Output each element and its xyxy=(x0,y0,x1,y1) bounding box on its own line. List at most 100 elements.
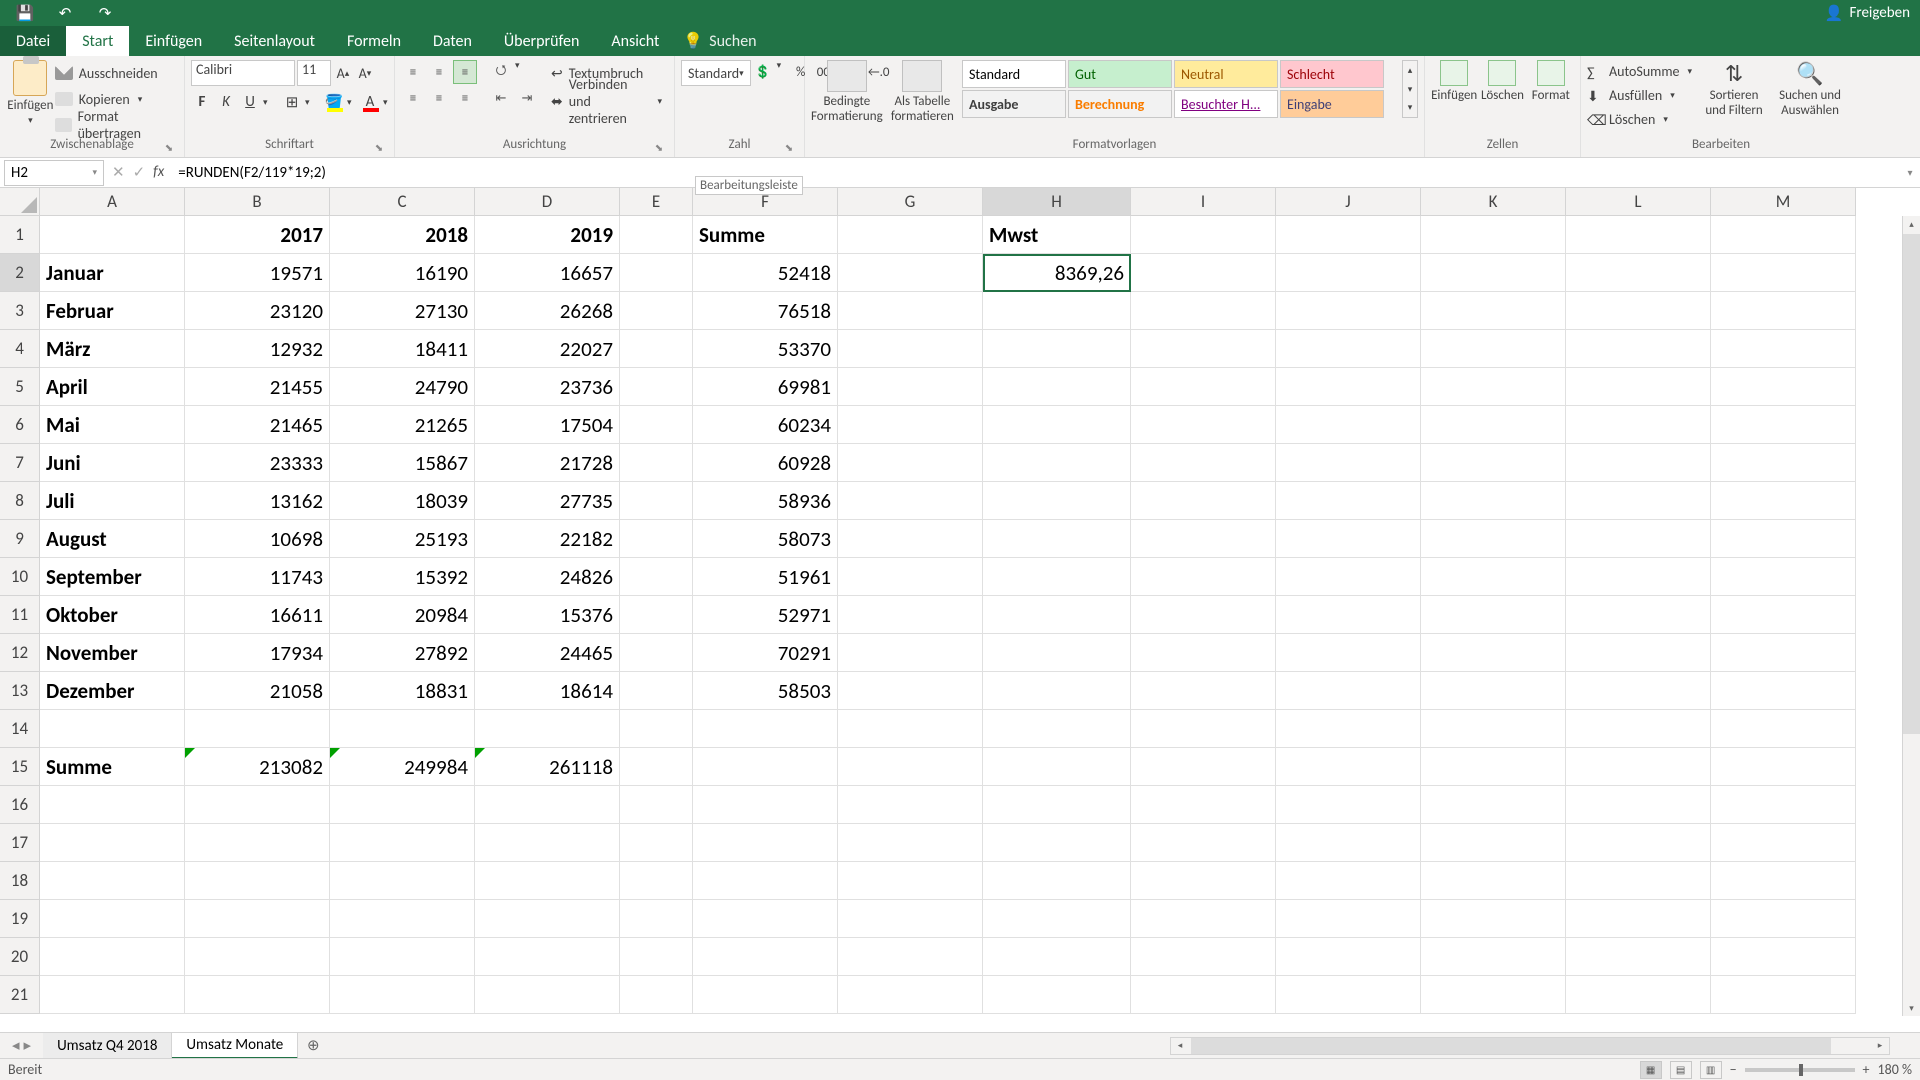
font-size-select[interactable]: 11 xyxy=(297,60,331,86)
cell-M18[interactable] xyxy=(1711,862,1856,900)
clipboard-dialog-launcher[interactable]: ⬊ xyxy=(162,141,176,155)
cell-K7[interactable] xyxy=(1421,444,1566,482)
cell-C20[interactable] xyxy=(330,938,475,976)
cell-B11[interactable]: 16611 xyxy=(185,596,330,634)
cell-E3[interactable] xyxy=(620,292,693,330)
cell-I13[interactable] xyxy=(1131,672,1276,710)
cell-G15[interactable] xyxy=(838,748,983,786)
cell-H19[interactable] xyxy=(983,900,1131,938)
cell-D15[interactable]: 261118 xyxy=(475,748,620,786)
row-header-19[interactable]: 19 xyxy=(0,900,40,938)
cell-M13[interactable] xyxy=(1711,672,1856,710)
cell-L1[interactable] xyxy=(1566,216,1711,254)
row-header-13[interactable]: 13 xyxy=(0,672,40,710)
accept-formula-button[interactable]: ✓ xyxy=(133,163,146,182)
fill-color-dropdown[interactable]: ▾ xyxy=(347,97,357,108)
cell-C14[interactable] xyxy=(330,710,475,748)
cell-J9[interactable] xyxy=(1276,520,1421,558)
cell-J4[interactable] xyxy=(1276,330,1421,368)
align-left-button[interactable]: ≡ xyxy=(401,86,425,110)
cell-M17[interactable] xyxy=(1711,824,1856,862)
merge-center-button[interactable]: ⬌Verbinden und zentrieren▾ xyxy=(545,88,668,114)
cell-B3[interactable]: 23120 xyxy=(185,292,330,330)
cell-E14[interactable] xyxy=(620,710,693,748)
cell-J1[interactable] xyxy=(1276,216,1421,254)
cell-K10[interactable] xyxy=(1421,558,1566,596)
cell-M8[interactable] xyxy=(1711,482,1856,520)
cell-E9[interactable] xyxy=(620,520,693,558)
cell-L21[interactable] xyxy=(1566,976,1711,1014)
cell-L20[interactable] xyxy=(1566,938,1711,976)
tab-data[interactable]: Daten xyxy=(417,26,488,56)
cell-L16[interactable] xyxy=(1566,786,1711,824)
cell-C21[interactable] xyxy=(330,976,475,1014)
cell-L9[interactable] xyxy=(1566,520,1711,558)
cell-M3[interactable] xyxy=(1711,292,1856,330)
cell-M16[interactable] xyxy=(1711,786,1856,824)
cell-J11[interactable] xyxy=(1276,596,1421,634)
tab-view[interactable]: Ansicht xyxy=(595,26,675,56)
cell-B4[interactable]: 12932 xyxy=(185,330,330,368)
align-middle-button[interactable]: ≡ xyxy=(427,60,451,84)
cell-E1[interactable] xyxy=(620,216,693,254)
cell-I1[interactable] xyxy=(1131,216,1276,254)
cell-A15[interactable]: Summe xyxy=(40,748,185,786)
cell-F13[interactable]: 58503 xyxy=(693,672,838,710)
cell-A18[interactable] xyxy=(40,862,185,900)
cell-A2[interactable]: Januar xyxy=(40,254,185,292)
font-name-select[interactable]: Calibri xyxy=(191,60,295,86)
cell-A3[interactable]: Februar xyxy=(40,292,185,330)
cell-I20[interactable] xyxy=(1131,938,1276,976)
cell-A4[interactable]: März xyxy=(40,330,185,368)
row-header-21[interactable]: 21 xyxy=(0,976,40,1014)
copy-button[interactable]: Kopieren▾ xyxy=(55,88,178,110)
cell-B6[interactable]: 21465 xyxy=(185,406,330,444)
cell-D2[interactable]: 16657 xyxy=(475,254,620,292)
cell-K15[interactable] xyxy=(1421,748,1566,786)
cell-K18[interactable] xyxy=(1421,862,1566,900)
row-header-7[interactable]: 7 xyxy=(0,444,40,482)
currency-dropdown[interactable]: ▾ xyxy=(777,60,787,84)
borders-dropdown[interactable]: ▾ xyxy=(305,97,315,108)
column-header-K[interactable]: K xyxy=(1421,188,1566,216)
cell-L13[interactable] xyxy=(1566,672,1711,710)
cell-E5[interactable] xyxy=(620,368,693,406)
row-header-8[interactable]: 8 xyxy=(0,482,40,520)
cell-A7[interactable]: Juni xyxy=(40,444,185,482)
row-header-12[interactable]: 12 xyxy=(0,634,40,672)
cell-C12[interactable]: 27892 xyxy=(330,634,475,672)
cell-F14[interactable] xyxy=(693,710,838,748)
cell-K5[interactable] xyxy=(1421,368,1566,406)
cell-M9[interactable] xyxy=(1711,520,1856,558)
italic-button[interactable]: K xyxy=(215,90,237,114)
cell-E6[interactable] xyxy=(620,406,693,444)
cell-C15[interactable]: 249984 xyxy=(330,748,475,786)
cell-M2[interactable] xyxy=(1711,254,1856,292)
cell-H12[interactable] xyxy=(983,634,1131,672)
style-ausgabe[interactable]: Ausgabe xyxy=(962,90,1066,118)
cell-F21[interactable] xyxy=(693,976,838,1014)
cell-J13[interactable] xyxy=(1276,672,1421,710)
cell-M12[interactable] xyxy=(1711,634,1856,672)
cell-J14[interactable] xyxy=(1276,710,1421,748)
style-besucht[interactable]: Besuchter H... xyxy=(1174,90,1278,118)
decrease-font-button[interactable]: A▾ xyxy=(355,60,375,86)
fill-button[interactable]: ⬇Ausfüllen▾ xyxy=(1587,84,1692,106)
cell-M21[interactable] xyxy=(1711,976,1856,1014)
cell-B13[interactable]: 21058 xyxy=(185,672,330,710)
cell-A21[interactable] xyxy=(40,976,185,1014)
cell-C1[interactable]: 2018 xyxy=(330,216,475,254)
insert-function-button[interactable]: fx xyxy=(153,163,164,182)
align-right-button[interactable]: ≡ xyxy=(453,86,477,110)
row-header-3[interactable]: 3 xyxy=(0,292,40,330)
cell-B7[interactable]: 23333 xyxy=(185,444,330,482)
cell-H7[interactable] xyxy=(983,444,1131,482)
sort-filter-button[interactable]: ⇅Sortieren und Filtern xyxy=(1700,60,1768,118)
cell-D7[interactable]: 21728 xyxy=(475,444,620,482)
cut-button[interactable]: Ausschneiden xyxy=(55,62,178,84)
row-header-16[interactable]: 16 xyxy=(0,786,40,824)
increase-font-button[interactable]: A▴ xyxy=(333,60,353,86)
tab-insert[interactable]: Einfügen xyxy=(129,26,218,56)
cell-D3[interactable]: 26268 xyxy=(475,292,620,330)
cell-F19[interactable] xyxy=(693,900,838,938)
